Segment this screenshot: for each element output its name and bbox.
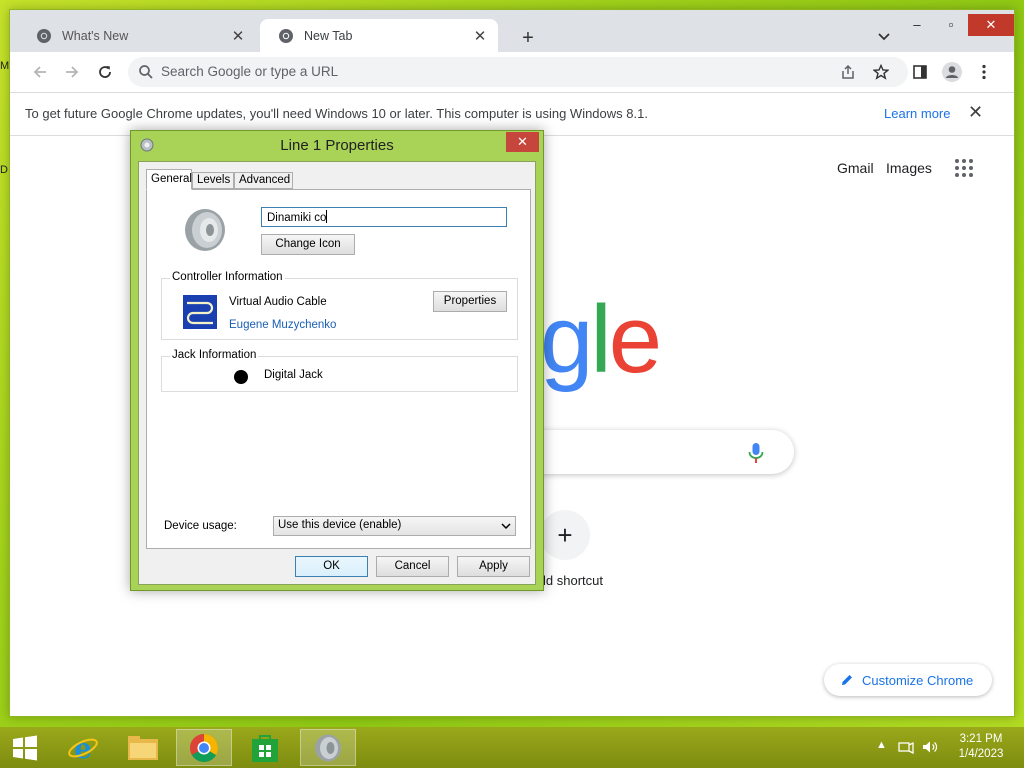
back-icon[interactable]: [27, 59, 53, 85]
forward-icon[interactable]: [59, 59, 85, 85]
taskbar-file-explorer[interactable]: [115, 729, 171, 766]
taskbar-sound-properties[interactable]: [300, 729, 356, 766]
add-shortcut-button[interactable]: +: [540, 510, 590, 560]
device-name-value: Dinamiki co: [267, 212, 327, 224]
tab-levels[interactable]: Levels: [192, 172, 234, 189]
minimize-button[interactable]: –: [900, 14, 934, 36]
change-icon-button[interactable]: Change Icon: [261, 234, 355, 255]
logo-letter-l: l: [590, 286, 611, 393]
tray-overflow-icon[interactable]: ▲: [876, 739, 887, 751]
tab-new-tab[interactable]: New Tab ✕: [260, 19, 498, 52]
windows-start-icon: [13, 735, 37, 760]
chrome-icon: [190, 733, 218, 762]
tab-advanced[interactable]: Advanced: [234, 172, 293, 189]
google-logo: gle: [540, 285, 662, 395]
logo-letter-g: g: [540, 286, 593, 393]
search-icon: [139, 65, 153, 79]
jack-info-group: Jack Information Digital Jack: [161, 349, 518, 392]
infobar-message: To get future Google Chrome updates, you…: [25, 106, 648, 121]
share-icon[interactable]: [840, 64, 856, 80]
desktop-icon-fragment: D: [0, 164, 8, 176]
add-shortcut-label: ld shortcut: [543, 573, 603, 588]
apply-button[interactable]: Apply: [457, 556, 530, 577]
tab-search-icon[interactable]: [874, 26, 894, 46]
taskbar-chrome[interactable]: [176, 729, 232, 766]
desktop-icon-fragment: M: [0, 60, 10, 72]
system-clock[interactable]: 3:21 PM 1/4/2023: [946, 732, 1016, 762]
controller-info-label: Controller Information: [170, 271, 285, 283]
text-caret: [326, 210, 328, 223]
omnibox[interactable]: Search Google or type a URL: [128, 57, 908, 87]
ok-button[interactable]: OK: [295, 556, 368, 577]
profile-avatar-icon[interactable]: [939, 59, 965, 85]
chrome-favicon-icon: [37, 28, 51, 43]
action-center-flag-icon[interactable]: [898, 740, 914, 754]
speaker-app-icon: [315, 734, 341, 761]
speaker-icon: [185, 209, 225, 251]
clock-time: 3:21 PM: [959, 733, 1003, 745]
gmail-link[interactable]: Gmail: [837, 160, 874, 176]
infobar-close-icon[interactable]: ✕: [968, 102, 983, 123]
general-panel: Dinamiki co Change Icon Controller Infor…: [146, 189, 531, 549]
volume-icon[interactable]: [922, 740, 938, 754]
store-icon: [252, 734, 278, 762]
customize-chrome-label: Customize Chrome: [862, 672, 974, 688]
jack-info-label: Jack Information: [170, 349, 259, 361]
controller-name: Virtual Audio Cable: [229, 296, 327, 308]
device-name-input[interactable]: Dinamiki co: [261, 207, 507, 227]
jack-color-indicator: [234, 370, 248, 384]
folder-icon: [128, 735, 158, 760]
device-usage-select[interactable]: Use this device (enable): [273, 516, 516, 536]
jack-name: Digital Jack: [264, 369, 323, 381]
side-panel-icon[interactable]: [907, 59, 933, 85]
clock-date: 1/4/2023: [958, 748, 1004, 760]
device-usage-label: Device usage:: [164, 520, 237, 532]
tab-title: What's New: [62, 28, 129, 43]
line-properties-dialog: Line 1 Properties ✕ General Levels Advan…: [130, 130, 544, 591]
cancel-button[interactable]: Cancel: [376, 556, 449, 577]
dialog-client: General Levels Advanced Dinamiki co Chan…: [138, 161, 536, 585]
tab-strip: What's New ✕ New Tab ✕ + – ▫ ✕: [10, 10, 1014, 52]
apps-grid-icon[interactable]: [954, 158, 974, 178]
maximize-button[interactable]: ▫: [934, 14, 968, 36]
reload-icon[interactable]: [92, 59, 118, 85]
voice-search-mic-icon[interactable]: [747, 442, 765, 464]
ie-icon: e: [68, 732, 98, 764]
tab-general[interactable]: General: [146, 169, 192, 190]
logo-letter-e: e: [608, 286, 662, 393]
controller-properties-button[interactable]: Properties: [433, 291, 507, 312]
dialog-title: Line 1 Properties: [280, 137, 394, 154]
bookmark-star-icon[interactable]: [873, 64, 889, 80]
tab-whats-new[interactable]: What's New ✕: [18, 19, 256, 52]
pencil-icon: [842, 675, 852, 685]
toolbar: Search Google or type a URL: [10, 52, 1014, 92]
taskbar-internet-explorer[interactable]: e: [55, 729, 111, 766]
chrome-favicon-icon: [279, 28, 293, 43]
start-button[interactable]: [0, 729, 50, 766]
menu-kebab-icon[interactable]: [971, 59, 997, 85]
tab-close-icon[interactable]: ✕: [472, 27, 488, 45]
images-link[interactable]: Images: [886, 160, 932, 176]
svg-text:e: e: [74, 732, 92, 764]
taskbar: e ▲ 3:21 PM 1/4/2023: [0, 727, 1024, 768]
close-window-button[interactable]: ✕: [968, 14, 1014, 36]
customize-chrome-button[interactable]: Customize Chrome: [824, 664, 992, 696]
learn-more-link[interactable]: Learn more: [884, 106, 950, 121]
new-tab-button[interactable]: +: [514, 24, 542, 52]
taskbar-store[interactable]: [237, 729, 293, 766]
controller-vendor-link[interactable]: Eugene Muzychenko: [229, 319, 336, 331]
audio-cable-icon: [183, 295, 217, 329]
omnibox-placeholder: Search Google or type a URL: [161, 64, 339, 79]
dialog-close-button[interactable]: ✕: [506, 132, 539, 152]
device-usage-value: Use this device (enable): [278, 519, 402, 531]
controller-info-group: Controller Information Virtual Audio Cab…: [161, 271, 518, 340]
dialog-titlebar[interactable]: Line 1 Properties ✕: [131, 131, 543, 161]
tab-title: New Tab: [304, 28, 353, 43]
tab-close-icon[interactable]: ✕: [230, 27, 246, 45]
chevron-down-icon: [501, 523, 511, 530]
